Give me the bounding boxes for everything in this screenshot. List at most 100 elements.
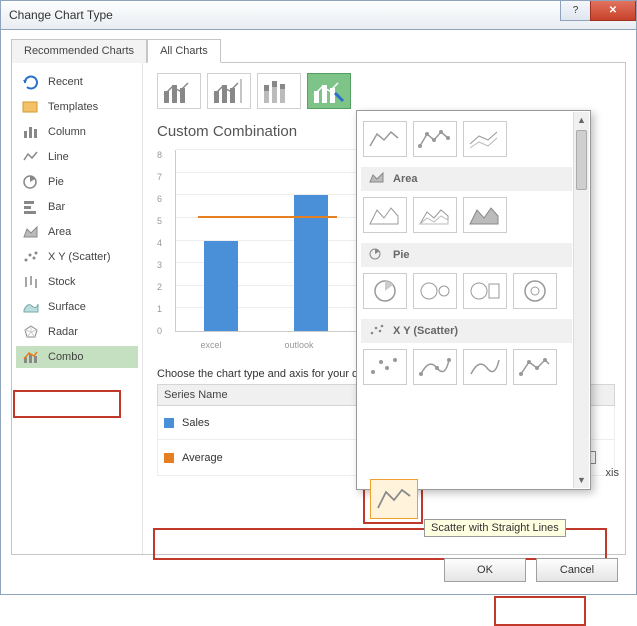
sidebar-item-pie[interactable]: Pie: [16, 171, 138, 193]
column-icon: [22, 125, 40, 139]
sidebar-item-templates[interactable]: Templates: [16, 96, 138, 118]
close-button[interactable]: ✕: [590, 1, 636, 21]
dd-group-scatter-thumbs: [361, 343, 572, 391]
dialog-footer: OK Cancel: [444, 558, 618, 582]
chart-type-dropdown: Area Pie X Y (Scatter): [356, 110, 591, 490]
dd-group-label: Pie: [393, 249, 410, 261]
area-icon: [369, 172, 385, 187]
scroll-thumb[interactable]: [576, 130, 587, 190]
scatter-icon: [369, 324, 385, 339]
sidebar-item-label: Area: [48, 226, 71, 238]
dropdown-scrollbar[interactable]: ▲ ▼: [573, 112, 589, 488]
series-name: Average: [182, 452, 368, 464]
sidebar-item-label: Line: [48, 151, 69, 163]
dd-thumb-pie-2[interactable]: [413, 273, 457, 309]
dd-thumb-area-2[interactable]: [413, 197, 457, 233]
dd-thumb-scatter-2[interactable]: [413, 349, 457, 385]
sidebar-item-area[interactable]: Area: [16, 221, 138, 243]
pie-icon: [369, 248, 385, 263]
pie-icon: [22, 175, 40, 189]
radar-icon: [22, 325, 40, 339]
line-icon: [22, 150, 40, 164]
sidebar-item-label: Recent: [48, 76, 83, 88]
sidebar-item-surface[interactable]: Surface: [16, 296, 138, 318]
dd-thumb-line-1[interactable]: [363, 121, 407, 157]
combo-subtype-3[interactable]: [257, 73, 301, 109]
preview-chart: 0 1 2 3 4 5 6 7 8 excel outlook: [157, 146, 367, 356]
sidebar-item-label: Stock: [48, 276, 76, 288]
axis-header-fragment: xis: [606, 467, 619, 479]
dd-group-pie-thumbs: [361, 267, 572, 315]
tab-all-charts[interactable]: All Charts: [147, 39, 221, 63]
dd-group-scatter: X Y (Scatter): [361, 319, 572, 343]
dd-thumb-scatter-straight-lines[interactable]: [370, 479, 418, 519]
average-line: [198, 216, 337, 218]
sidebar-item-bar[interactable]: Bar: [16, 196, 138, 218]
combo-subtype-custom[interactable]: [307, 73, 351, 109]
plot-area: [175, 150, 367, 332]
dd-group-area: Area: [361, 167, 572, 191]
tab-recommended[interactable]: Recommended Charts: [11, 39, 147, 63]
combo-subtype-2[interactable]: [207, 73, 251, 109]
tab-strip: Recommended Charts All Charts: [11, 38, 626, 63]
dd-group-line-thumbs: [361, 115, 572, 163]
dd-group-label: Area: [393, 173, 417, 185]
window-title: Change Chart Type: [9, 8, 113, 22]
tooltip: Scatter with Straight Lines: [424, 519, 566, 537]
chart-category-sidebar: Recent Templates Column Line Pie Bar: [12, 63, 142, 554]
stock-icon: [22, 275, 40, 289]
sidebar-item-label: Radar: [48, 326, 78, 338]
help-button[interactable]: ?: [560, 1, 590, 21]
dd-thumb-scatter-4[interactable]: [513, 349, 557, 385]
series-header-name: Series Name: [158, 389, 368, 401]
recent-icon: [22, 75, 40, 89]
dd-thumb-pie-4[interactable]: [513, 273, 557, 309]
scatter-icon: [22, 250, 40, 264]
sidebar-item-label: Templates: [48, 101, 98, 113]
highlight-ok: [494, 596, 586, 626]
dd-group-pie: Pie: [361, 243, 572, 267]
dd-thumb-line-2[interactable]: [413, 121, 457, 157]
surface-icon: [22, 300, 40, 314]
cancel-button[interactable]: Cancel: [536, 558, 618, 582]
bar-excel: [204, 241, 238, 332]
sidebar-item-combo[interactable]: Combo: [16, 346, 138, 368]
area-icon: [22, 225, 40, 239]
title-bar: Change Chart Type ? ✕: [0, 0, 637, 30]
scroll-up-icon[interactable]: ▲: [574, 112, 589, 128]
scroll-down-icon[interactable]: ▼: [574, 472, 589, 488]
sidebar-item-line[interactable]: Line: [16, 146, 138, 168]
dd-thumb-area-1[interactable]: [363, 197, 407, 233]
combo-subtype-row: [157, 73, 615, 109]
sidebar-item-label: X Y (Scatter): [48, 251, 111, 263]
window-buttons: ? ✕: [560, 1, 636, 21]
dd-thumb-pie-3[interactable]: [463, 273, 507, 309]
bar-icon: [22, 200, 40, 214]
dd-group-area-thumbs: [361, 191, 572, 239]
sidebar-item-column[interactable]: Column: [16, 121, 138, 143]
ok-button[interactable]: OK: [444, 558, 526, 582]
sidebar-item-stock[interactable]: Stock: [16, 271, 138, 293]
sidebar-item-radar[interactable]: Radar: [16, 321, 138, 343]
dd-thumb-scatter-3[interactable]: [463, 349, 507, 385]
combo-icon: [22, 350, 40, 364]
dd-thumb-line-3[interactable]: [463, 121, 507, 157]
sidebar-item-recent[interactable]: Recent: [16, 71, 138, 93]
xlabel-excel: excel: [191, 340, 231, 350]
combo-subtype-1[interactable]: [157, 73, 201, 109]
sidebar-item-label: Combo: [48, 351, 83, 363]
templates-icon: [22, 100, 40, 114]
sidebar-item-label: Column: [48, 126, 86, 138]
sidebar-item-scatter[interactable]: X Y (Scatter): [16, 246, 138, 268]
dialog-body: Recommended Charts All Charts Recent Tem…: [0, 30, 637, 595]
dd-thumb-scatter-1[interactable]: [363, 349, 407, 385]
series-name: Sales: [182, 417, 368, 429]
series-swatch: [164, 418, 174, 428]
sidebar-item-label: Surface: [48, 301, 86, 313]
dd-thumb-pie-1[interactable]: [363, 273, 407, 309]
sidebar-item-label: Pie: [48, 176, 64, 188]
dd-group-label: X Y (Scatter): [393, 325, 458, 337]
series-swatch: [164, 453, 174, 463]
xlabel-outlook: outlook: [277, 340, 321, 350]
dd-thumb-area-3[interactable]: [463, 197, 507, 233]
